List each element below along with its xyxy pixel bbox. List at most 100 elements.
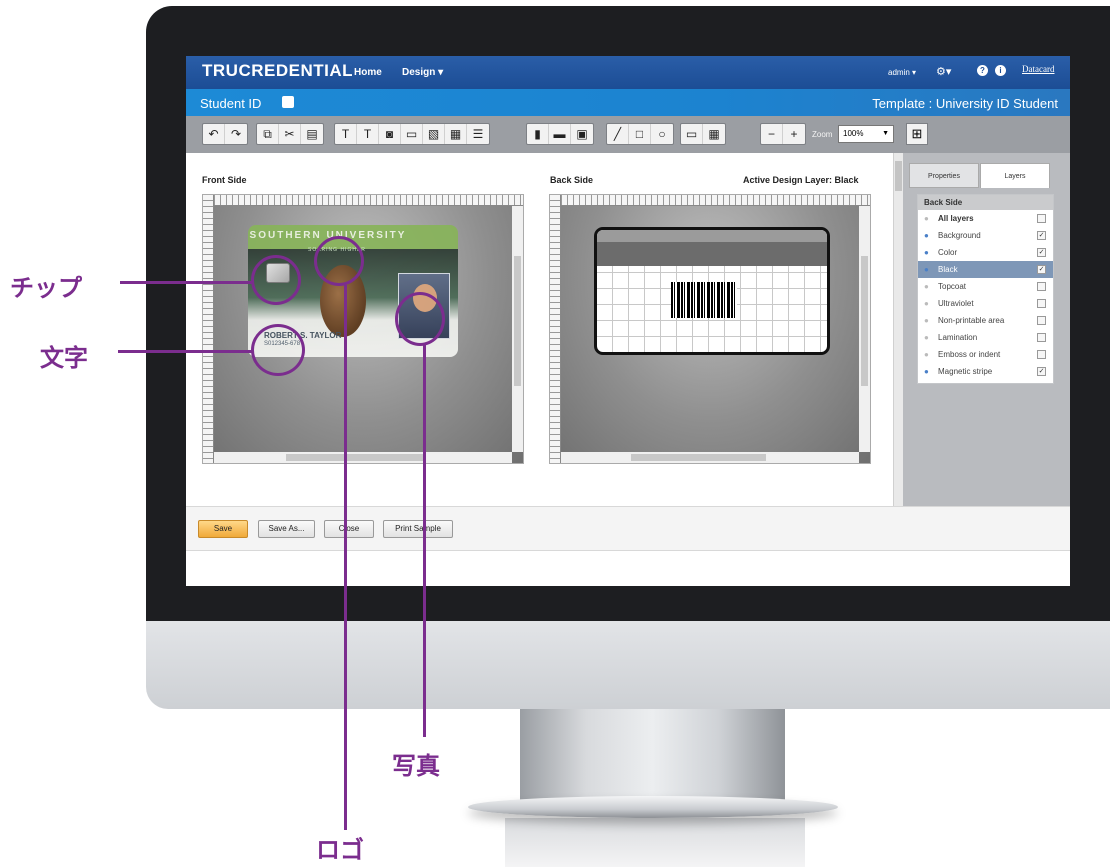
user-menu[interactable]: admin ▾ (888, 68, 916, 77)
card-back[interactable] (594, 227, 830, 355)
layer-checkbox[interactable] (1037, 316, 1046, 325)
back-canvas[interactable] (549, 194, 871, 464)
brand-link[interactable]: Datacard (1022, 64, 1054, 74)
scroll-thumb[interactable] (631, 454, 766, 461)
save-as-button[interactable]: Save As... (258, 520, 315, 538)
info-icon[interactable]: i (995, 65, 1006, 76)
edit-icon[interactable] (282, 96, 294, 108)
zoom-out-icon[interactable]: − (761, 124, 783, 144)
layer-checkbox[interactable] (1037, 333, 1046, 342)
insert-group: T T ◙ ▭ ▧ ▦ ☰ (334, 123, 490, 145)
ruler-icon[interactable]: ▭ (681, 124, 703, 144)
rectangle-icon[interactable]: □ (629, 124, 651, 144)
zoom-in-icon[interactable]: + (783, 124, 805, 144)
eye-icon[interactable]: ● (924, 278, 929, 295)
cut-icon[interactable]: ✂ (279, 124, 301, 144)
layer-checkbox[interactable] (1037, 350, 1046, 359)
layer-row[interactable]: ● Ultraviolet (918, 295, 1053, 312)
app-logo[interactable]: TRUCREDENTIAL (202, 61, 353, 81)
text-callout-line (118, 350, 254, 353)
grid-icon[interactable]: ▦ (703, 124, 725, 144)
image-icon[interactable]: ▭ (401, 124, 423, 144)
tab-layers[interactable]: Layers (980, 163, 1050, 188)
card-layout-icon[interactable]: ⊞ (906, 123, 928, 145)
magstripe-icon[interactable]: ▬ (549, 124, 571, 144)
layer-row[interactable]: ● Black ✓ (918, 261, 1053, 278)
layer-checkbox[interactable]: ✓ (1037, 231, 1046, 240)
front-canvas[interactable]: SOUTHERN UNIVERSITY SOARING HIGHER ROBER… (202, 194, 524, 464)
barcode[interactable] (671, 282, 737, 318)
text-box-icon[interactable]: T (335, 124, 357, 144)
ruler-horizontal (550, 195, 870, 206)
layer-row[interactable]: ● Non-printable area (918, 312, 1053, 329)
layer-label: All layers (938, 214, 974, 223)
front-vertical-scrollbar[interactable] (512, 206, 523, 452)
toolbar: ↶ ↷ ⧉ ✂ ▤ T T ◙ ▭ ▧ ▦ ☰ ▮ ▬ ▣ ╱ □ ○ ▭ ▦ … (186, 116, 1070, 153)
front-horizontal-scrollbar[interactable] (214, 452, 512, 463)
layer-checkbox[interactable] (1037, 282, 1046, 291)
eye-icon[interactable]: ● (924, 210, 929, 227)
scroll-thumb[interactable] (286, 454, 426, 461)
nav-design-menu[interactable]: Design ▾ (402, 67, 443, 78)
layer-checkbox[interactable]: ✓ (1037, 248, 1046, 257)
layer-checkbox[interactable]: ✓ (1037, 265, 1046, 274)
layer-row[interactable]: ● Color ✓ (918, 244, 1053, 261)
eye-icon[interactable]: ● (924, 227, 929, 244)
layer-checkbox[interactable]: ✓ (1037, 367, 1046, 376)
redo-icon[interactable]: ↷ (225, 124, 247, 144)
layer-row[interactable]: ● All layers (918, 210, 1053, 227)
chip-label: チップ (10, 274, 82, 302)
tab-properties[interactable]: Properties (909, 163, 979, 188)
zoom-label: Zoom (812, 130, 833, 139)
barcode-icon[interactable]: ▮ (527, 124, 549, 144)
layer-row[interactable]: ● Magnetic stripe ✓ (918, 363, 1053, 380)
help-icon[interactable]: ? (977, 65, 988, 76)
eye-icon[interactable]: ● (924, 295, 929, 312)
layer-row[interactable]: ● Lamination (918, 329, 1053, 346)
layer-row[interactable]: ● Topcoat (918, 278, 1053, 295)
card-icon[interactable]: ▦ (445, 124, 467, 144)
layer-row[interactable]: ● Background ✓ (918, 227, 1053, 244)
scroll-thumb[interactable] (514, 256, 521, 386)
text-label: 文字 (40, 344, 88, 372)
print-sample-button[interactable]: Print Sample (383, 520, 453, 538)
photo-field-icon[interactable]: ◙ (379, 124, 401, 144)
layer-checkbox[interactable] (1037, 214, 1046, 223)
layer-row[interactable]: ● Emboss or indent (918, 346, 1053, 363)
history-group: ↶ ↷ (202, 123, 248, 145)
top-nav: TRUCREDENTIAL Home Design ▾ admin ▾ ⚙▾ ?… (186, 56, 1070, 89)
layer-label: Topcoat (938, 282, 967, 291)
gear-icon[interactable]: ⚙▾ (936, 65, 951, 78)
magnetic-stripe[interactable] (597, 242, 827, 266)
scroll-thumb[interactable] (861, 256, 868, 386)
undo-icon[interactable]: ↶ (203, 124, 225, 144)
front-side-title: Front Side (202, 175, 247, 185)
document-title: Student ID (200, 96, 262, 111)
zoom-select[interactable]: 100% ▼ (838, 125, 894, 143)
app-window: TRUCREDENTIAL Home Design ▾ admin ▾ ⚙▾ ?… (186, 56, 1070, 586)
save-button[interactable]: Save (198, 520, 248, 538)
eye-icon[interactable]: ● (924, 312, 929, 329)
eye-icon[interactable]: ● (924, 261, 929, 278)
scroll-thumb[interactable] (895, 161, 902, 191)
eye-icon[interactable]: ● (924, 329, 929, 346)
ellipse-icon[interactable]: ○ (651, 124, 673, 144)
grid-field-icon[interactable]: ▣ (571, 124, 593, 144)
paste-icon[interactable]: ▤ (301, 124, 323, 144)
workspace-scrollbar[interactable] (893, 153, 903, 506)
line-icon[interactable]: ╱ (607, 124, 629, 144)
eye-icon[interactable]: ● (924, 346, 929, 363)
text-icon[interactable]: T (357, 124, 379, 144)
image-edit-icon[interactable]: ▧ (423, 124, 445, 144)
back-horizontal-scrollbar[interactable] (561, 452, 859, 463)
eye-icon[interactable]: ● (924, 244, 929, 261)
close-button[interactable]: Close (324, 520, 374, 538)
layout-icon[interactable]: ☰ (467, 124, 489, 144)
nav-home[interactable]: Home (354, 67, 382, 78)
back-vertical-scrollbar[interactable] (859, 206, 870, 452)
back-side-title: Back Side (550, 175, 594, 185)
layer-checkbox[interactable] (1037, 299, 1046, 308)
eye-icon[interactable]: ● (924, 363, 929, 380)
document-header: Student ID Template : University ID Stud… (186, 89, 1070, 116)
copy-icon[interactable]: ⧉ (257, 124, 279, 144)
